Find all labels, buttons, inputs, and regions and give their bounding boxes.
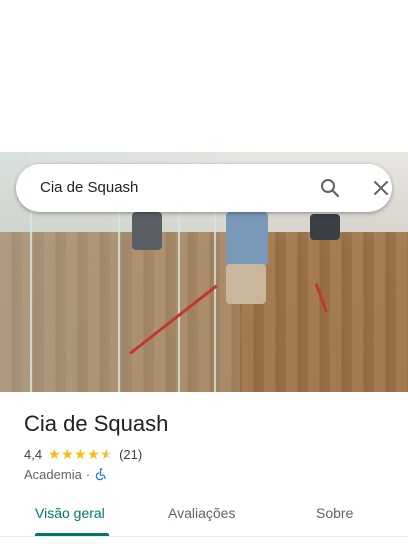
place-info-panel: Cia de Squash 4,4 ★ ★ ★ ★ ★ (21) Academi…	[0, 392, 408, 544]
map-area	[0, 0, 408, 152]
tabs-divider	[0, 536, 408, 537]
star-icon: ★	[48, 446, 61, 462]
wheelchair-icon	[95, 468, 106, 481]
place-title: Cia de Squash	[24, 411, 169, 436]
search-input[interactable]: Cia de Squash	[40, 179, 138, 196]
rating-value: 4,4	[24, 446, 43, 462]
rating-row[interactable]: 4,4 ★ ★ ★ ★ ★ (21)	[24, 445, 142, 463]
photo-player	[226, 264, 266, 304]
star-icon: ★	[87, 446, 100, 462]
star-half-icon: ★	[100, 446, 113, 462]
star-icon: ★	[74, 446, 87, 462]
place-tabs: Visão geral Avaliações Sobre	[0, 492, 408, 536]
tab-overview[interactable]: Visão geral	[35, 505, 105, 521]
photo-player	[226, 212, 268, 266]
separator-dot: ·	[85, 466, 91, 482]
tab-about[interactable]: Sobre	[316, 505, 353, 521]
photo-player	[132, 212, 162, 250]
category-row: Academia ·	[24, 465, 108, 483]
tab-reviews[interactable]: Avaliações	[168, 505, 235, 521]
photo-player	[310, 214, 340, 240]
place-category[interactable]: Academia	[24, 467, 82, 482]
star-rating: ★ ★ ★ ★ ★	[48, 447, 113, 461]
close-icon[interactable]	[369, 176, 393, 200]
review-count[interactable]: (21)	[119, 447, 142, 462]
star-icon: ★	[61, 446, 74, 462]
search-bar[interactable]: Cia de Squash	[16, 164, 392, 212]
search-icon[interactable]	[318, 176, 342, 200]
